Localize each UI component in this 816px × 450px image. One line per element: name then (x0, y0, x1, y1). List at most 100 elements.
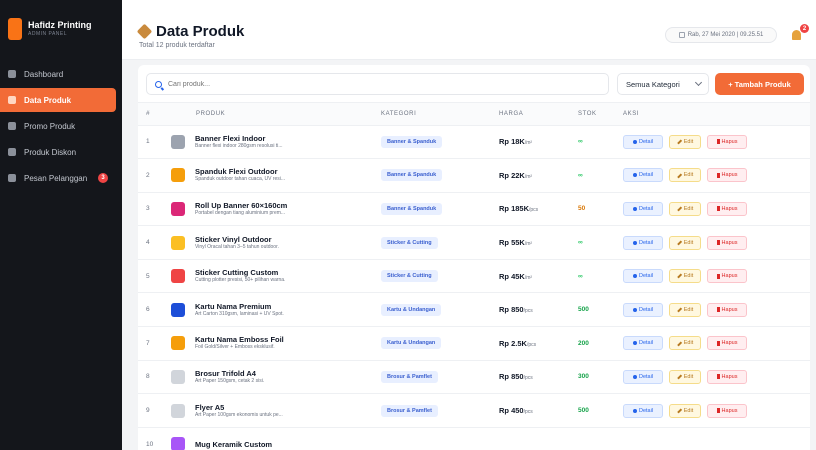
edit-label: Edit (683, 340, 694, 347)
delete-button[interactable]: Hapus (707, 302, 747, 317)
trash-icon (716, 374, 720, 380)
brand-subtitle: ADMIN PANEL (28, 31, 68, 37)
delete-button[interactable]: Hapus (707, 168, 747, 183)
delete-label: Hapus (721, 239, 738, 246)
price: Rp 22K (499, 170, 525, 180)
row-number: 6 (146, 306, 150, 314)
edit-button[interactable]: Edit (669, 403, 701, 418)
column-header: KATEGORI (381, 110, 417, 117)
message-icon (8, 174, 16, 182)
table-row: 7 Kartu Nama Emboss Foil Foil Gold/Silve… (138, 326, 810, 361)
delete-label: Hapus (721, 340, 738, 347)
stock-value: ∞ (578, 138, 583, 146)
detail-button[interactable]: Detail (623, 168, 663, 183)
edit-button[interactable]: Edit (669, 168, 701, 183)
product-thumbnail (171, 403, 185, 418)
category-select-value: Semua Kategori (626, 79, 680, 89)
table-row: 10 Mug Keramik Custom (138, 427, 810, 450)
pencil-icon (676, 307, 682, 313)
edit-label: Edit (683, 373, 694, 380)
eye-icon (632, 274, 637, 279)
detail-button[interactable]: Detail (623, 369, 663, 384)
price: Rp 185K (499, 204, 530, 214)
printer-logo-icon (8, 18, 22, 40)
eye-icon (632, 240, 637, 245)
pencil-icon (676, 341, 682, 346)
detail-button[interactable]: Detail (623, 403, 663, 418)
price: Rp 450 (499, 406, 524, 416)
trash-icon (716, 206, 720, 212)
category-select[interactable]: Semua Kategori (617, 73, 709, 95)
detail-button[interactable]: Detail (623, 134, 663, 149)
page-subtitle: Total 12 produk terdaftar (139, 42, 215, 49)
sidebar-item-dashboard[interactable]: Dashboard (0, 62, 116, 86)
edit-button[interactable]: Edit (669, 235, 701, 250)
price-unit: /pcs (523, 308, 533, 315)
delete-button[interactable]: Hapus (707, 134, 747, 149)
bell-icon (792, 30, 801, 40)
edit-button[interactable]: Edit (669, 201, 701, 216)
trash-icon (716, 340, 720, 346)
product-card: Semua Kategori + Tambah Produk # PRODUK … (138, 65, 810, 450)
product-thumbnail (171, 336, 185, 351)
detail-label: Detail (638, 407, 654, 414)
category-badge: Brosur & Pamflet (381, 370, 438, 383)
price-unit: /m² (524, 173, 533, 180)
delete-button[interactable]: Hapus (707, 235, 747, 250)
price: Rp 850 (499, 305, 524, 315)
delete-label: Hapus (721, 273, 738, 280)
eye-icon (632, 206, 637, 211)
edit-button[interactable]: Edit (669, 134, 701, 149)
notification-badge: 2 (800, 24, 809, 33)
edit-button[interactable]: Edit (669, 336, 701, 351)
stock-value: 500 (578, 306, 589, 314)
sidebar-item-promo-produk[interactable]: Promo Produk (0, 114, 116, 138)
price: Rp 45K (499, 271, 525, 281)
pencil-icon (676, 408, 682, 413)
edit-label: Edit (683, 172, 694, 179)
add-product-button[interactable]: + Tambah Produk (715, 73, 804, 95)
eye-icon (632, 173, 637, 178)
detail-label: Detail (638, 172, 654, 179)
detail-label: Detail (638, 138, 654, 145)
search-box[interactable] (146, 73, 609, 95)
detail-button[interactable]: Detail (623, 201, 663, 216)
table-row: 6 Kartu Nama Premium Art Carton 310gsm, … (138, 292, 810, 327)
row-number: 1 (146, 138, 150, 146)
delete-button[interactable]: Hapus (707, 269, 747, 284)
delete-button[interactable]: Hapus (707, 336, 747, 351)
detail-button[interactable]: Detail (623, 302, 663, 317)
table-row: 3 Roll Up Banner 60×160cm Portabel denga… (138, 192, 810, 226)
edit-button[interactable]: Edit (669, 369, 701, 384)
toolbar: Semua Kategori + Tambah Produk (138, 65, 810, 103)
detail-button[interactable]: Detail (623, 336, 663, 351)
sidebar-item-label: Pesan Pelanggan (24, 173, 88, 183)
row-number: 3 (146, 205, 150, 213)
product-thumbnail (171, 437, 185, 450)
calendar-icon (678, 32, 685, 38)
price: Rp 18K (499, 137, 525, 147)
delete-button[interactable]: Hapus (707, 369, 747, 384)
row-number: 2 (146, 171, 150, 179)
sidebar-item-produk-diskon[interactable]: Produk Diskon (0, 140, 116, 164)
datetime-display: Rab, 27 Mei 2020 | 09.25.51 (665, 27, 777, 43)
detail-label: Detail (638, 205, 654, 212)
price: Rp 55K (499, 238, 525, 248)
price-unit: /pcs (529, 207, 539, 214)
sidebar-item-label: Produk Diskon (24, 147, 77, 157)
delete-button[interactable]: Hapus (707, 201, 747, 216)
search-input[interactable] (168, 80, 588, 88)
edit-button[interactable]: Edit (669, 302, 701, 317)
detail-button[interactable]: Detail (623, 235, 663, 250)
edit-button[interactable]: Edit (669, 269, 701, 284)
trash-icon (716, 139, 720, 145)
detail-button[interactable]: Detail (623, 269, 663, 284)
box-icon (8, 96, 16, 104)
delete-button[interactable]: Hapus (707, 403, 747, 418)
notification-bell[interactable]: 2 (792, 24, 809, 42)
price-unit: /pcs (523, 375, 533, 382)
sidebar-item-pesan-pelanggan[interactable]: Pesan Pelanggan 3 (0, 166, 116, 190)
sidebar-item-data-produk[interactable]: Data Produk (0, 88, 116, 112)
category-badge: Sticker & Cutting (381, 270, 438, 283)
pencil-icon (676, 240, 682, 245)
